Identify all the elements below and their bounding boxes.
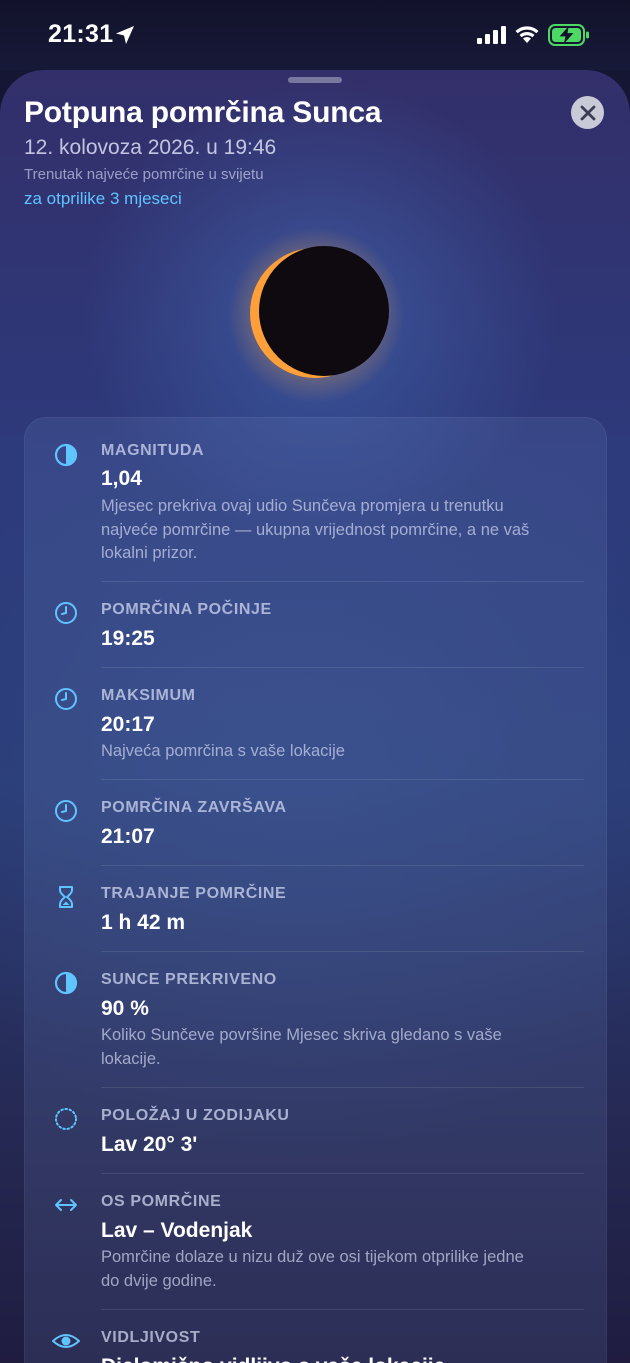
clock-icon — [55, 688, 77, 710]
divider — [101, 667, 584, 668]
detail-description: Mjesec prekriva ovaj udio Sunčeva promje… — [101, 497, 530, 562]
divider — [101, 865, 584, 866]
divider — [101, 1173, 584, 1174]
detail-description: Koliko Sunčeve površine Mjesec skriva gl… — [101, 1026, 502, 1068]
detail-label: OS POMRČINE — [101, 1193, 222, 1210]
eclipse-details-card: MAGNITUDA 1,04 Mjesec prekriva ovaj udio… — [24, 417, 607, 1363]
detail-label: POMRČINA POČINJE — [101, 601, 272, 618]
battery-charging-icon — [548, 24, 589, 46]
divider — [101, 951, 584, 952]
detail-label: TRAJANJE POMRČINE — [101, 885, 287, 902]
eclipse-detail-sheet: Potpuna pomrčina Sunca 12. kolovoza 2026… — [0, 70, 630, 1363]
page-title: Potpuna pomrčina Sunca — [24, 96, 382, 129]
eclipse-date: 12. kolovoza 2026. u 19:46 — [24, 136, 277, 159]
detail-description: Najveća pomrčina s vaše lokacije — [101, 742, 345, 760]
detail-value: 21:07 — [101, 825, 155, 848]
detail-label: MAGNITUDA — [101, 442, 205, 459]
detail-description: Pomrčine dolaze u nizu duž ove osi tijek… — [101, 1248, 524, 1290]
detail-label: POLOŽAJ U ZODIJAKU — [101, 1107, 290, 1124]
close-icon — [580, 105, 595, 120]
divider — [101, 1087, 584, 1088]
status-bar: 21:31 — [0, 0, 630, 70]
detail-value: 1 h 42 m — [101, 911, 186, 934]
location-arrow-icon — [116, 26, 134, 44]
detail-value: 90 % — [101, 997, 149, 1020]
detail-label: VIDLJIVOST — [101, 1329, 201, 1346]
divider — [101, 581, 584, 582]
divider — [101, 1309, 584, 1310]
cellular-signal-icon — [477, 26, 506, 44]
dotted-circle-icon — [55, 1108, 77, 1130]
wifi-icon — [515, 26, 539, 43]
detail-label: POMRČINA ZAVRŠAVA — [101, 799, 287, 816]
sheet-grabber[interactable] — [288, 77, 342, 83]
close-button[interactable] — [571, 96, 604, 129]
detail-label: SUNCE PREKRIVENO — [101, 971, 277, 988]
hourglass-icon — [59, 886, 73, 908]
divider — [101, 779, 584, 780]
eye-icon — [52, 1334, 80, 1348]
detail-value: 19:25 — [101, 627, 155, 650]
detail-value: Lav – Vodenjak — [101, 1219, 253, 1242]
half-circle-icon — [54, 971, 78, 995]
detail-value: Lav 20° 3' — [101, 1133, 198, 1156]
eclipse-countdown: za otprilike 3 mjeseci — [24, 189, 182, 208]
clock-icon — [55, 800, 77, 822]
detail-value: 20:17 — [101, 713, 155, 736]
eclipse-illustration — [228, 227, 404, 403]
clock-icon — [55, 602, 77, 624]
half-circle-icon — [54, 443, 78, 467]
status-time: 21:31 — [48, 20, 114, 48]
double-arrow-icon — [55, 1199, 77, 1211]
eclipse-note: Trenutak najveće pomrčine u svijetu — [24, 166, 264, 183]
detail-label: MAKSIMUM — [101, 687, 196, 704]
detail-value: Djelomično vidljivo s vaše lokacije — [101, 1355, 445, 1363]
detail-value: 1,04 — [101, 467, 142, 490]
